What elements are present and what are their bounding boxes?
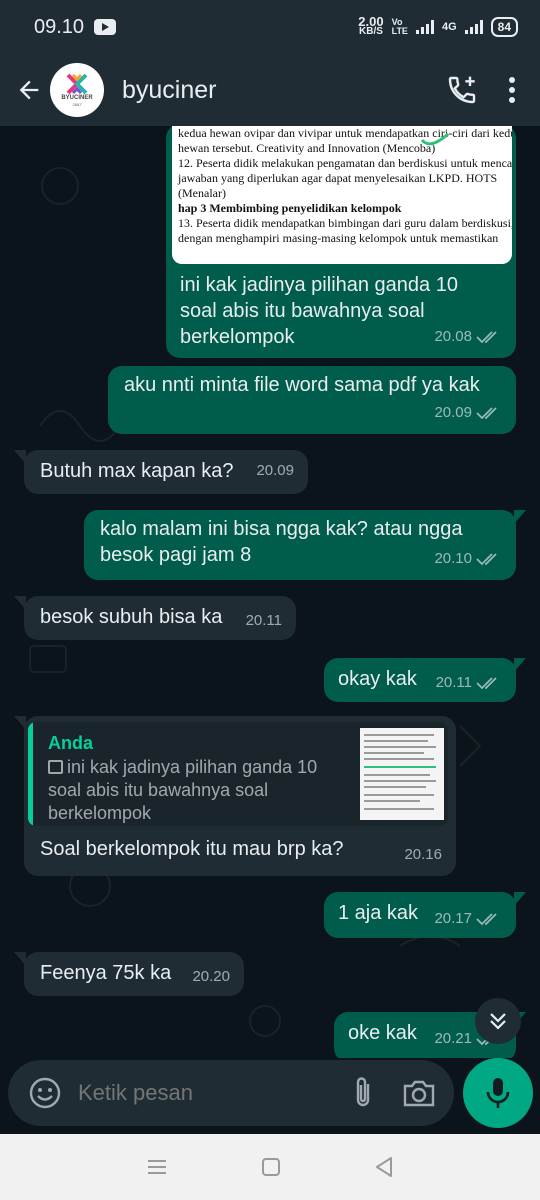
doc-check-mark-icon [420,132,449,146]
emoji-icon[interactable] [28,1076,62,1110]
double-check-icon [476,407,497,420]
status-bar: 09.10 2.00 KB/S Vo LTE 4G 84 [0,0,540,54]
message-text: Soal berkelompok itu mau brp ka? [40,838,344,860]
avatar-text: BYUCINER [61,95,93,101]
message-bubble-incoming[interactable]: Butuh max kapan ka? 20.09 [14,450,308,494]
byuciner-logo-icon [66,73,88,95]
message-meta: 20.20 [192,964,230,990]
home-icon[interactable] [261,1157,281,1177]
doc-line: hap 3 Membimbing penyelidikan kelompok [178,201,402,215]
doc-line: jawaban yang diperlukan agar dapat menye… [178,171,498,185]
document-image[interactable]: kedua hewan ovipar dan vivipar untuk men… [172,126,512,264]
network-speed-unit: KB/S [359,26,383,37]
doc-line: 13. Peserta didik mendapatkan bimbingan … [178,216,512,230]
scroll-to-bottom-button[interactable] [475,998,521,1044]
avatar-sub: 2687 [72,102,82,107]
message-text: okay kak [338,668,417,690]
message-bubble-outgoing[interactable]: aku nnti minta file word sama pdf ya kak… [108,366,516,434]
message-input[interactable] [78,1080,298,1106]
message-text: 1 aja kak [338,902,419,924]
message-text: aku nnti minta file word sama pdf ya kak [124,374,480,396]
quote-thumbnail [360,728,444,820]
message-meta: 20.09 [256,458,294,484]
message-text: Feenya 75k ka [40,962,172,984]
volte-indicator: Vo LTE [392,18,408,36]
quoted-message[interactable]: Anda ini kak jadinya pilihan ganda 10 so… [28,722,448,826]
input-bar [0,1058,540,1134]
more-vert-icon[interactable] [508,75,516,105]
message-time: 20.09 [256,462,294,479]
message-bubble-incoming[interactable]: besok subuh bisa ka 20.11 [14,596,296,640]
youtube-notification-icon [94,19,117,35]
back-icon[interactable] [374,1156,394,1178]
camera-icon[interactable] [402,1078,436,1108]
message-text: oke kak [348,1022,417,1044]
add-call-icon[interactable] [446,74,478,106]
message-bubble-incoming-reply[interactable]: Anda ini kak jadinya pilihan ganda 10 so… [14,716,456,876]
chat-area[interactable]: kedua hewan ovipar dan vivipar untuk men… [0,126,540,1058]
system-nav-bar [0,1134,540,1200]
paperclip-icon[interactable] [348,1076,378,1110]
message-text: besok subuh bisa ka [40,606,223,628]
network-type: 4G [441,21,457,33]
volte-bottom: LTE [391,26,408,36]
message-time: 20.09 [434,404,472,421]
message-time: 20.08 [434,328,472,345]
signal-icon-2 [464,20,483,34]
message-bubble-outgoing[interactable]: kedua hewan ovipar dan vivipar untuk men… [166,126,516,358]
message-text: kalo malam ini bisa ngga kak? atau ngga … [100,518,463,566]
signal-icon [415,20,434,34]
message-input-container[interactable] [8,1060,454,1126]
message-meta: 20.11 [436,670,502,696]
double-check-icon [476,677,497,690]
network-speed: 2.00 KB/S [358,15,383,37]
chat-header: BYUCINER 2687 byuciner [0,54,540,126]
mic-button[interactable] [463,1058,533,1128]
chevron-double-down-icon [490,1013,506,1030]
message-text: Butuh max kapan ka? [40,460,234,482]
header-actions [446,74,516,106]
message-meta: 20.08 [434,324,502,350]
message-time: 20.11 [245,612,282,629]
quote-author: Anda [48,733,93,753]
message-bubble-incoming[interactable]: Feenya 75k ka 20.20 [14,952,244,996]
message-time: 20.21 [434,1030,472,1047]
quote-text: ini kak jadinya pilihan ganda 10 soal ab… [48,756,348,825]
status-indicators: 2.00 KB/S Vo LTE 4G 84 [358,15,518,37]
recents-icon[interactable] [146,1158,168,1176]
doc-line: hewan tersebut. Creativity and Innovatio… [178,141,436,155]
mic-icon [486,1078,510,1108]
message-bubble-outgoing[interactable]: 1 aja kak 20.17 [324,892,526,938]
double-check-icon [476,913,497,926]
contact-name[interactable]: byuciner [122,76,217,105]
message-meta: 20.09 [434,400,502,426]
message-time: 20.17 [434,910,472,927]
message-meta: 20.16 [404,842,442,868]
double-check-icon [476,331,497,344]
doc-line: dengan menghampiri masing-masing kelompo… [178,231,499,245]
doc-line: 12. Peserta didik melakukan pengamatan d… [178,156,512,170]
message-bubble-outgoing[interactable]: kalo malam ini bisa ngga kak? atau ngga … [84,510,526,580]
back-arrow-icon[interactable] [8,69,50,111]
message-meta: 20.10 [434,546,502,572]
quote-text-content: ini kak jadinya pilihan ganda 10 soal ab… [48,757,318,823]
message-time: 20.11 [435,674,472,691]
doc-line: kedua hewan ovipar dan vivipar untuk men… [178,126,512,140]
message-time: 20.10 [434,550,472,567]
photo-icon [48,760,63,774]
double-check-icon [476,553,497,566]
battery-indicator: 84 [490,17,518,37]
message-bubble-outgoing[interactable]: okay kak 20.11 [324,658,526,702]
avatar[interactable]: BYUCINER 2687 [50,63,104,117]
message-meta: 20.17 [434,906,502,932]
doc-line: (Menalar) [178,186,226,200]
message-time: 20.20 [192,968,230,985]
status-time: 09.10 [34,15,85,38]
message-meta: 20.11 [246,608,282,634]
message-time: 20.16 [404,846,442,863]
